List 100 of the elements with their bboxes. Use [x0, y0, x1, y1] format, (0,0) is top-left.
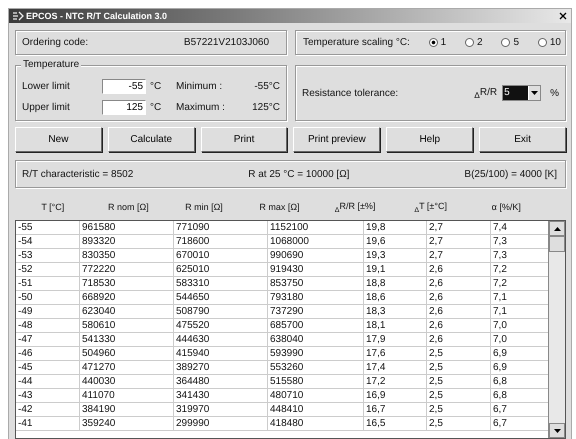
- table-cell: -51: [16, 277, 80, 290]
- table-cell: 625010: [174, 263, 268, 276]
- table-cell: 504960: [80, 347, 174, 360]
- table-cell-text: 6,7: [492, 417, 508, 430]
- table-cell: 670010: [174, 249, 268, 262]
- table-cell: 2,7: [427, 249, 491, 262]
- table-cell: 2,5: [427, 361, 491, 374]
- info-value: 125°C: [251, 102, 280, 113]
- table-cell: 718600: [174, 235, 268, 248]
- toolbar-button[interactable]: New: [15, 127, 102, 152]
- toolbar-button[interactable]: Print: [200, 127, 288, 152]
- radio-button[interactable]: [501, 38, 510, 47]
- table-cell: 668920: [80, 291, 174, 304]
- info-text: B(25/100) = 4000 [K]: [464, 168, 557, 180]
- table-cell: 18,1: [364, 319, 427, 332]
- unit-label: °C: [150, 81, 162, 92]
- column-header: R nom [Ω]: [106, 202, 150, 212]
- table-cell: 638040: [268, 333, 364, 346]
- info-label: Maximum :: [176, 102, 226, 113]
- table-cell: -45: [16, 361, 80, 374]
- table-cell: 2,5: [427, 403, 491, 416]
- ordering-value: B57221V2103J060: [184, 37, 269, 48]
- scroll-thumb[interactable]: [549, 236, 565, 252]
- table-cell: 440030: [80, 375, 174, 388]
- table-cell-text: 7,3: [492, 235, 508, 248]
- info-text: R at 25 °C = 10000 [Ω]: [248, 168, 350, 180]
- column-header: T [°C]: [40, 202, 66, 212]
- table-cell: 16,7: [364, 403, 427, 416]
- table-cell: 19,1: [364, 263, 427, 276]
- table-cell-text: 6,8: [492, 389, 508, 402]
- input-field[interactable]: 125: [102, 100, 146, 115]
- toolbar-button[interactable]: Print preview: [293, 127, 380, 152]
- table-cell: 718530: [80, 277, 174, 290]
- table-cell-text: 7,1: [492, 291, 508, 304]
- limit-label: Lower limit: [22, 81, 71, 92]
- table-cell: 19,6: [364, 235, 427, 248]
- tolerance-label: Resistance tolerance:: [302, 88, 398, 98]
- table-cell: 2,7: [427, 235, 491, 248]
- table-cell: 471270: [80, 361, 174, 374]
- table-cell: 793180: [268, 291, 364, 304]
- table-cell: 515580: [268, 375, 364, 388]
- table-cell: -48: [16, 319, 80, 332]
- toolbar-button[interactable]: Calculate: [108, 127, 195, 152]
- table-cell: 580610: [80, 319, 174, 332]
- table-cell: 2,7: [427, 221, 491, 234]
- table-cell: -53: [16, 249, 80, 262]
- table-cell-text: 7,3: [492, 249, 508, 262]
- table-cell: 508790: [174, 305, 268, 318]
- tolerance-dropdown[interactable]: 5: [502, 85, 542, 101]
- table-cell: 341430: [174, 389, 268, 402]
- table-cell-text: 6,9: [492, 347, 508, 360]
- table-cell: 17,2: [364, 375, 427, 388]
- radio-label: 5: [513, 37, 519, 48]
- table-cell: 623040: [80, 305, 174, 318]
- group-title: Temperature: [21, 59, 82, 70]
- table-cell: 19,3: [364, 249, 427, 262]
- table-cell: 359240: [80, 417, 174, 430]
- table-cell: 2,5: [427, 389, 491, 402]
- table-cell: 1068000: [268, 235, 364, 248]
- table-cell: 299990: [174, 417, 268, 430]
- table-cell: -42: [16, 403, 80, 416]
- table-cell: 853750: [268, 277, 364, 290]
- table-cell: 18,3: [364, 305, 427, 318]
- table-cell: 2,6: [427, 319, 491, 332]
- table-cell: 1152100: [268, 221, 364, 234]
- radio-button[interactable]: [538, 38, 547, 47]
- table-cell: -55: [16, 221, 80, 234]
- table-cell: 18,8: [364, 277, 427, 290]
- table-cell: -54: [16, 235, 80, 248]
- table-cell: -52: [16, 263, 80, 276]
- radio-button[interactable]: [428, 38, 438, 47]
- scrollbar[interactable]: [548, 221, 565, 438]
- table-cell: 384190: [80, 403, 174, 416]
- table-cell: 830350: [80, 249, 174, 262]
- table-cell: 17,4: [364, 361, 427, 374]
- scroll-down-icon[interactable]: [549, 423, 565, 438]
- table-cell: 737290: [268, 305, 364, 318]
- limit-label: Upper limit: [22, 102, 71, 113]
- input-field[interactable]: -55: [102, 79, 146, 94]
- table-cell: 415940: [174, 347, 268, 360]
- toolbar-button[interactable]: Help: [386, 127, 474, 152]
- info-value: -55°C: [253, 81, 280, 92]
- table-cell: -46: [16, 347, 80, 360]
- table-cell-text: 7,1: [492, 305, 508, 318]
- table-cell: 583310: [174, 277, 268, 290]
- table-cell: 2,6: [427, 291, 491, 304]
- table-cell: 2,5: [427, 417, 491, 430]
- table-cell: -43: [16, 389, 80, 402]
- table-cell: -41: [16, 417, 80, 430]
- table-cell: -50: [16, 291, 80, 304]
- toolbar-button[interactable]: Exit: [479, 127, 566, 152]
- window-title: EPCOS - NTC R/T Calculation 3.0: [26, 11, 168, 21]
- table-cell: 17,6: [364, 347, 427, 360]
- table-cell: 2,5: [427, 347, 491, 360]
- table-cell: -44: [16, 375, 80, 388]
- radio-button[interactable]: [465, 38, 474, 47]
- info-text: R/T characteristic = 8502: [22, 168, 134, 180]
- column-header: $_{Δ}$T [±°C]: [413, 200, 448, 214]
- close-icon[interactable]: [558, 11, 568, 21]
- scroll-up-icon[interactable]: [549, 221, 565, 236]
